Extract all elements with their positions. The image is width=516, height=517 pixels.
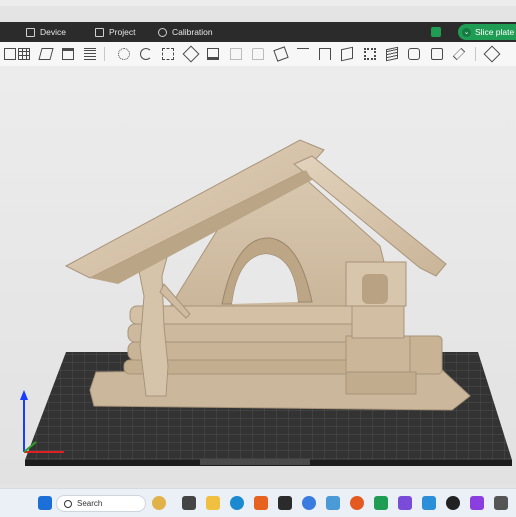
device-status-icon[interactable] bbox=[431, 27, 441, 37]
device-label: Device bbox=[40, 27, 66, 37]
firefox-icon[interactable] bbox=[350, 496, 364, 510]
model-chimney-mid bbox=[351, 301, 405, 339]
model-chimney-block bbox=[345, 371, 417, 395]
windows-taskbar: Search bbox=[0, 488, 516, 517]
variable-layer-icon[interactable] bbox=[384, 46, 400, 62]
toolbar bbox=[0, 42, 516, 67]
text-tool-icon[interactable] bbox=[250, 46, 266, 62]
app-cyan-icon[interactable] bbox=[422, 496, 436, 510]
arrange-grid-icon[interactable] bbox=[16, 46, 32, 62]
scale-icon[interactable] bbox=[160, 46, 176, 62]
zoom-fit-icon[interactable] bbox=[406, 46, 422, 62]
app-f-icon[interactable] bbox=[254, 496, 268, 510]
app-violet-icon[interactable] bbox=[470, 496, 484, 510]
layers-icon[interactable] bbox=[82, 46, 98, 62]
app-dark-icon[interactable] bbox=[278, 496, 292, 510]
tab-project[interactable]: Project bbox=[95, 22, 135, 42]
app-lightblue-icon[interactable] bbox=[326, 496, 340, 510]
support-icon[interactable] bbox=[205, 46, 221, 62]
measure-icon[interactable] bbox=[317, 46, 333, 62]
bambu-studio-icon[interactable] bbox=[374, 496, 388, 510]
z-axis-arrow bbox=[20, 390, 28, 400]
seam-icon[interactable] bbox=[228, 46, 244, 62]
app-blue-icon[interactable] bbox=[302, 496, 316, 510]
boolean-icon[interactable] bbox=[362, 46, 378, 62]
taskbar-search[interactable]: Search bbox=[56, 495, 146, 512]
search-icon bbox=[64, 499, 72, 508]
app-grey-icon[interactable] bbox=[494, 496, 508, 510]
text-icon[interactable] bbox=[295, 46, 311, 62]
bed-logo bbox=[200, 459, 310, 465]
edge-icon[interactable] bbox=[230, 496, 244, 510]
tab-calibration[interactable]: Calibration bbox=[158, 22, 213, 42]
orient-icon[interactable] bbox=[38, 46, 54, 62]
project-icon bbox=[95, 27, 104, 37]
menubar: Device Project Calibration ⌄ Slice plate bbox=[0, 22, 516, 42]
slice-plate-button[interactable]: ⌄ Slice plate bbox=[458, 24, 516, 40]
widgets-icon[interactable] bbox=[152, 496, 166, 510]
tab-device[interactable]: Device bbox=[26, 22, 66, 42]
task-view-icon[interactable] bbox=[182, 496, 196, 510]
file-explorer-icon[interactable] bbox=[206, 496, 220, 510]
house-model[interactable] bbox=[64, 139, 471, 411]
model-chimney-niche bbox=[362, 274, 388, 304]
calibration-label: Calibration bbox=[172, 27, 213, 37]
paint-icon[interactable] bbox=[273, 46, 289, 62]
toolbar-divider bbox=[475, 47, 476, 61]
slice-view-icon[interactable] bbox=[429, 46, 445, 62]
device-icon bbox=[26, 27, 35, 37]
window-top-strip bbox=[0, 0, 516, 6]
brim-ears-icon[interactable] bbox=[451, 46, 467, 62]
chevron-down-icon: ⌄ bbox=[462, 27, 471, 37]
search-placeholder: Search bbox=[77, 499, 103, 508]
settings-icon[interactable] bbox=[483, 45, 501, 63]
project-label: Project bbox=[109, 27, 136, 37]
app-purple-icon[interactable] bbox=[398, 496, 412, 510]
calibration-icon bbox=[158, 27, 167, 37]
assembly-icon[interactable] bbox=[339, 46, 355, 62]
rotate-icon[interactable] bbox=[138, 46, 154, 62]
media-player-icon[interactable] bbox=[446, 496, 460, 510]
windows-start-icon[interactable] bbox=[38, 496, 52, 510]
slice-plate-label: Slice plate bbox=[475, 27, 515, 37]
scene-canvas bbox=[20, 139, 512, 466]
move-icon[interactable] bbox=[116, 46, 132, 62]
toolbar-divider bbox=[104, 47, 105, 61]
3d-viewport[interactable] bbox=[0, 66, 516, 484]
cut-icon[interactable] bbox=[182, 45, 200, 63]
split-icon[interactable] bbox=[60, 46, 76, 62]
